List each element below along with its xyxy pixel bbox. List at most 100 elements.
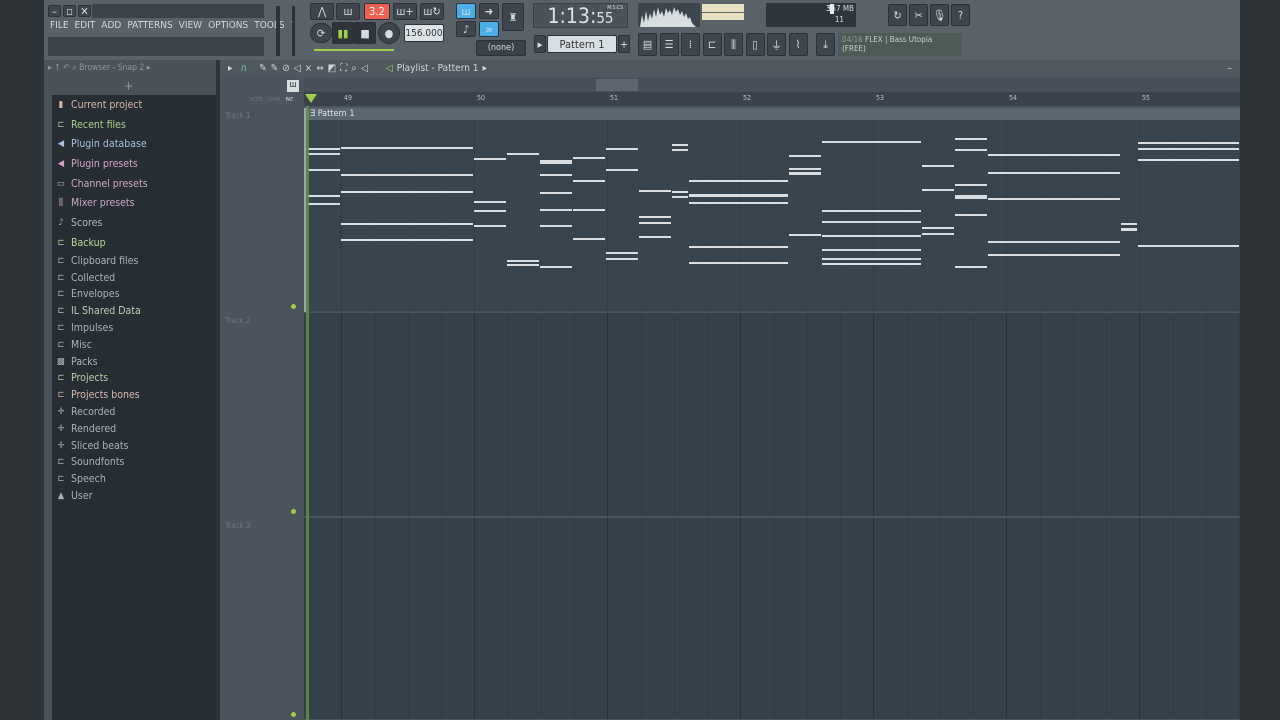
track-header[interactable]: Track 2	[222, 313, 300, 517]
main-pitch-knob[interactable]: ♜	[502, 3, 524, 31]
browser-item[interactable]: ⊏ Misc	[52, 336, 216, 353]
download-icon[interactable]: ⤓	[816, 33, 835, 56]
menu-view[interactable]: VIEW	[179, 20, 202, 31]
snap-selector[interactable]: (none)	[476, 40, 526, 56]
step-edit-button[interactable]: ➜	[479, 3, 499, 19]
mode-note[interactable]: NOTE	[250, 97, 263, 103]
track-active-led[interactable]	[291, 712, 296, 717]
loop-icon[interactable]: ⟳	[310, 23, 332, 43]
browser-item-label: Projects bones	[71, 389, 140, 402]
master-volume-slider[interactable]	[276, 6, 280, 56]
browser-item[interactable]: ⊏ Envelopes	[52, 286, 216, 303]
timeline-ruler[interactable]: 49 50 51 52 53 54 55	[304, 92, 1240, 106]
browser-item[interactable]: ⫼ Mixer presets	[52, 193, 216, 213]
browser-window-icon[interactable]: ⊏	[702, 33, 722, 56]
add-icon[interactable]: +	[124, 79, 133, 93]
loop-record-button[interactable]: ш↻	[420, 3, 444, 20]
add-pattern-button[interactable]: +	[618, 35, 630, 53]
browser-item[interactable]: ⊏ Collected	[52, 269, 216, 286]
plugin-window-icon[interactable]: ⏚	[767, 33, 786, 56]
track-header[interactable]: Track 1	[222, 108, 300, 312]
tutorial-window-icon[interactable]: ⌇	[788, 33, 808, 56]
menu-tools[interactable]: TOOLS	[254, 20, 284, 31]
pattern-mode-icon[interactable]: ш	[287, 80, 299, 92]
plugin-picker-window-icon[interactable]: ▯	[745, 33, 765, 56]
metronome-button[interactable]: ⋀	[310, 3, 334, 20]
browser-item[interactable]: ◀ Plugin presets	[52, 154, 216, 174]
minimize-playlist-button[interactable]: –	[1228, 63, 1233, 74]
mode-switch[interactable]: NOTE CHAN PAT	[250, 97, 293, 103]
browser-item[interactable]: ✛ Rendered	[52, 420, 216, 437]
news-panel[interactable]: 04/16 FLEX | Bass Utopia (FREE)	[838, 33, 962, 56]
browser-item[interactable]: ▲ User	[52, 488, 216, 505]
pattern-song-toggle[interactable]: 3.2	[364, 3, 390, 20]
browser-item[interactable]: ⊏ IL Shared Data	[52, 303, 216, 320]
browser-item[interactable]: ⊏ Projects bones	[52, 387, 216, 404]
master-pitch-slider[interactable]	[292, 6, 295, 56]
pattern-selector[interactable]: Pattern 1	[547, 35, 617, 53]
browser-item[interactable]: ▮ Current project	[52, 95, 216, 115]
typing-keyboard-button[interactable]: ш	[456, 3, 476, 19]
browser-item[interactable]: ⊏ Recent files	[52, 115, 216, 135]
tempo-field[interactable]: 156.000	[404, 24, 444, 42]
record-button[interactable]: ●	[378, 22, 400, 44]
browser-item[interactable]: ♪ Scores	[52, 213, 216, 233]
blend-notes-button[interactable]: ♪	[456, 21, 476, 37]
track-header[interactable]: Track 3	[222, 518, 300, 720]
menu-arrow-icon[interactable]: ▸	[228, 63, 233, 74]
menu-add[interactable]: ADD	[101, 20, 121, 31]
play-pause-button[interactable]: ▮▮	[332, 22, 354, 44]
browser-item[interactable]: ▩ Packs	[52, 353, 216, 370]
pattern-clip[interactable]: ∃ Pattern 1	[304, 108, 1240, 312]
stop-button[interactable]: ■	[354, 22, 376, 44]
clip-header[interactable]: ∃ Pattern 1	[306, 108, 1240, 120]
browser-item[interactable]: ▭ Channel presets	[52, 174, 216, 194]
minimize-button[interactable]: –	[48, 5, 61, 18]
browser-item[interactable]: ⊏ Impulses	[52, 320, 216, 337]
browser-item[interactable]: ⊏ Projects	[52, 370, 216, 387]
link-icon[interactable]: ∞	[479, 21, 499, 37]
browser-item[interactable]: ⊏ Speech	[52, 471, 216, 488]
track-active-led[interactable]	[291, 304, 296, 309]
main-toolbar: – ▫ ✕ FILE EDIT ADD PATTERNS VIEW OPTIONS TOOL…	[44, 0, 1240, 60]
microphone-icon[interactable]: 🎙	[930, 4, 949, 26]
browser-item[interactable]: ✛ Recorded	[52, 404, 216, 421]
undo-history-icon[interactable]: ↻	[888, 4, 907, 26]
tool-icons[interactable]: ✎✎⊘◁×⇔◩⛶⌕◁	[259, 63, 372, 74]
browser-item[interactable]: ✛ Sliced beats	[52, 437, 216, 454]
track-lane[interactable]	[304, 518, 1240, 719]
mode-chan[interactable]: CHAN	[268, 97, 281, 103]
piano-roll-window-icon[interactable]: ☰	[659, 33, 679, 56]
folder-refresh-icon: ⊏	[57, 119, 65, 130]
wait-input-button[interactable]: ш	[336, 3, 360, 20]
browser-item[interactable]: ⊏ Clipboard files	[52, 253, 216, 270]
song-position-slider[interactable]	[314, 49, 394, 51]
time-display[interactable]: 1:13:55 M:S:CS	[533, 3, 628, 28]
menu-file[interactable]: FILE	[50, 20, 69, 31]
horizontal-scrollbar[interactable]	[304, 78, 1240, 92]
countdown-button[interactable]: ш+	[393, 3, 417, 20]
playlist-window-icon[interactable]: ▤	[638, 33, 657, 56]
playhead-marker[interactable]	[305, 94, 317, 103]
browser-item[interactable]: ⊏ Soundfonts	[52, 454, 216, 471]
browser-item[interactable]: ⊏ Backup	[52, 233, 216, 253]
folder-icon: ⊏	[57, 323, 65, 334]
mixer-window-icon[interactable]: ⫼	[724, 33, 743, 56]
browser-item[interactable]: ◀ Plugin database	[52, 134, 216, 154]
menu-edit[interactable]: EDIT	[75, 20, 96, 31]
close-button[interactable]: ✕	[78, 5, 91, 18]
cut-tool-icon[interactable]: ✂	[909, 4, 928, 26]
scroll-thumb[interactable]	[596, 79, 638, 91]
track-active-led[interactable]	[291, 509, 296, 514]
track-lane[interactable]	[304, 313, 1240, 516]
magnet-snap-icon[interactable]: ∩	[241, 63, 248, 74]
folder-refresh-icon: ⊏	[57, 306, 65, 317]
menu-options[interactable]: OPTIONS	[208, 20, 248, 31]
maximize-button[interactable]: ▫	[63, 5, 76, 18]
menu-patterns[interactable]: PATTERNS	[127, 20, 172, 31]
pattern-prev-button[interactable]: ▸	[534, 35, 546, 53]
channel-rack-window-icon[interactable]: ⁞	[681, 33, 700, 56]
mode-pat[interactable]: PAT	[285, 97, 293, 103]
help-icon[interactable]: ?	[951, 4, 970, 26]
folder-icon: ⊏	[57, 390, 65, 401]
